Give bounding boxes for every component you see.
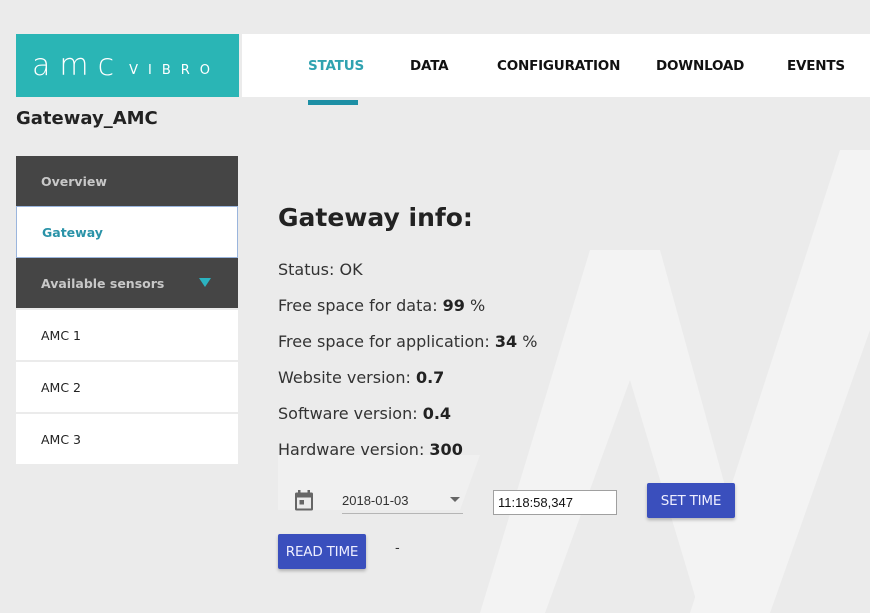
dropdown-arrow-icon xyxy=(450,497,460,502)
hardware-version-label: Hardware version: xyxy=(278,440,430,459)
free-space-app-value: 34 xyxy=(494,332,518,351)
status-label: Status: xyxy=(278,260,340,279)
free-space-data-line: Free space for data: 99 % xyxy=(278,296,485,315)
gateway-info-heading: Gateway info: xyxy=(278,203,473,232)
sidebar-item-label: Gateway xyxy=(42,224,103,240)
sidebar: Overview Gateway Available sensors AMC 1… xyxy=(16,156,238,464)
sidebar-item-label: AMC 2 xyxy=(41,379,81,395)
tab-data[interactable]: DATA xyxy=(410,58,449,74)
tab-configuration[interactable]: CONFIGURATION xyxy=(497,58,620,74)
website-version-value: 0.7 xyxy=(415,368,445,387)
date-picker[interactable]: 2018-01-03 xyxy=(342,489,463,514)
software-version-line: Software version: 0.4 xyxy=(278,404,451,423)
device-title: Gateway_AMC xyxy=(16,108,158,129)
website-version-line: Website version: 0.7 xyxy=(278,368,444,387)
tab-download[interactable]: DOWNLOAD xyxy=(656,58,744,74)
calendar-icon[interactable] xyxy=(294,490,314,511)
sidebar-item-sensor[interactable]: AMC 2 xyxy=(16,362,238,412)
time-input[interactable] xyxy=(493,490,617,515)
sidebar-item-available-sensors[interactable]: Available sensors xyxy=(16,258,238,308)
active-tab-indicator xyxy=(308,100,358,105)
percent-unit: % xyxy=(517,332,538,351)
sidebar-item-sensor[interactable]: AMC 3 xyxy=(16,414,238,464)
website-version-label: Website version: xyxy=(278,368,416,387)
date-value: 2018-01-03 xyxy=(342,493,409,508)
free-space-data-label: Free space for data: xyxy=(278,296,443,315)
status-value: OK xyxy=(339,260,363,279)
software-version-value: 0.4 xyxy=(422,404,452,423)
status-line: Status: OK xyxy=(278,260,363,279)
sidebar-item-label: Available sensors xyxy=(41,275,165,291)
free-space-app-line: Free space for application: 34 % xyxy=(278,332,537,351)
logo-main-text: amc xyxy=(32,48,124,83)
sidebar-item-label: Overview xyxy=(41,173,107,189)
tab-status[interactable]: STATUS xyxy=(308,58,364,74)
hardware-version-value: 300 xyxy=(429,440,463,459)
sidebar-item-overview[interactable]: Overview xyxy=(16,156,238,206)
caret-down-icon xyxy=(199,278,211,287)
sidebar-item-label: AMC 1 xyxy=(41,327,81,343)
amc-vibro-logo[interactable]: amc VIBRO xyxy=(16,34,239,97)
sidebar-item-sensor[interactable]: AMC 1 xyxy=(16,310,238,360)
read-time-result: - xyxy=(395,541,400,556)
top-navigation: STATUS DATA CONFIGURATION DOWNLOAD EVENT… xyxy=(242,34,870,97)
free-space-app-label: Free space for application: xyxy=(278,332,495,351)
set-time-button[interactable]: SET TIME xyxy=(647,483,735,518)
software-version-label: Software version: xyxy=(278,404,423,423)
sidebar-item-gateway[interactable]: Gateway xyxy=(16,206,238,258)
free-space-data-value: 99 xyxy=(442,296,465,315)
hardware-version-line: Hardware version: 300 xyxy=(278,440,463,459)
percent-unit: % xyxy=(464,296,486,315)
tab-events[interactable]: EVENTS xyxy=(787,58,845,74)
sidebar-item-label: AMC 3 xyxy=(41,431,81,447)
read-time-button[interactable]: READ TIME xyxy=(278,534,366,569)
logo-sub-text: VIBRO xyxy=(129,63,221,78)
